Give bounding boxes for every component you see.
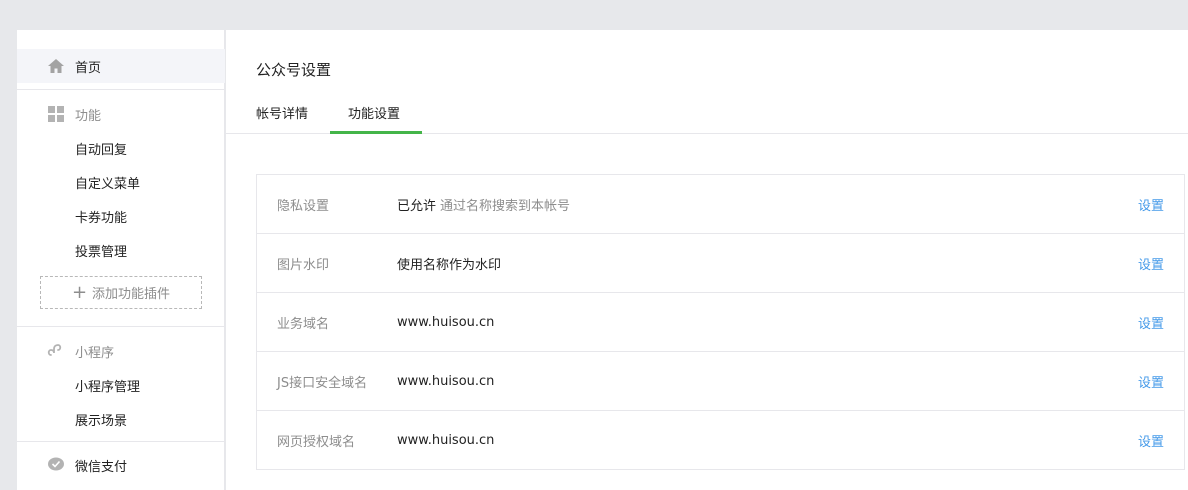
sidebar-item-wechat-pay[interactable]: 微信支付 <box>75 456 127 475</box>
table-row: 隐私设置 已允许 通过名称搜索到本帐号 设置 <box>257 175 1184 234</box>
sidebar-item-vote[interactable]: 投票管理 <box>75 241 127 260</box>
setting-key: 业务域名 <box>277 316 330 332</box>
grid-icon <box>47 105 65 123</box>
sidebar-item-auto-reply[interactable]: 自动回复 <box>75 139 127 158</box>
tab-function-settings[interactable]: 功能设置 <box>348 103 400 122</box>
table-row: JS接口安全域名 www.huisou.cn 设置 <box>257 352 1184 411</box>
add-plugin-label: 添加功能插件 <box>92 287 171 302</box>
setting-edit-link[interactable]: 设置 <box>1138 372 1164 391</box>
setting-edit-link[interactable]: 设置 <box>1138 313 1164 332</box>
setting-value: www.huisou.cn <box>397 432 495 448</box>
main-content: 公众号设置 帐号详情 功能设置 隐私设置 已允许 通过名称搜索到本帐号 设置 图片… <box>226 30 1188 490</box>
table-row: 图片水印 使用名称作为水印 设置 <box>257 234 1184 293</box>
setting-key: 图片水印 <box>277 257 330 273</box>
home-icon <box>47 57 65 75</box>
sidebar-item-cards[interactable]: 卡券功能 <box>75 207 127 226</box>
setting-key: 隐私设置 <box>277 198 330 214</box>
sidebar-item-label: 首页 <box>75 60 102 76</box>
setting-value: www.huisou.cn <box>397 373 495 389</box>
setting-edit-link[interactable]: 设置 <box>1138 254 1164 273</box>
settings-table: 隐私设置 已允许 通过名称搜索到本帐号 设置 图片水印 使用名称作为水印 设置 业… <box>256 174 1185 470</box>
sidebar-item-miniprogram-manage[interactable]: 小程序管理 <box>75 376 140 395</box>
divider <box>17 441 225 442</box>
table-row: 业务域名 www.huisou.cn 设置 <box>257 293 1184 352</box>
setting-edit-link[interactable]: 设置 <box>1138 195 1164 214</box>
page-title: 公众号设置 <box>256 61 332 79</box>
section-title-miniprogram: 小程序 <box>75 346 115 361</box>
sidebar-item-home[interactable]: 首页 <box>17 49 225 83</box>
miniprogram-icon <box>47 342 65 360</box>
setting-value: 已允许 通过名称搜索到本帐号 <box>397 198 571 214</box>
divider <box>17 89 225 90</box>
sidebar-item-scenes[interactable]: 展示场景 <box>75 410 127 429</box>
setting-edit-link[interactable]: 设置 <box>1138 431 1164 450</box>
setting-key: 网页授权域名 <box>277 434 356 450</box>
sidebar-item-custom-menu[interactable]: 自定义菜单 <box>75 173 140 192</box>
setting-value: www.huisou.cn <box>397 314 495 330</box>
table-row: 网页授权域名 www.huisou.cn 设置 <box>257 411 1184 469</box>
tab-bar: 帐号详情 功能设置 <box>226 90 1188 134</box>
setting-key: JS接口安全域名 <box>277 375 368 391</box>
add-plugin-button[interactable]: + 添加功能插件 <box>40 276 202 309</box>
plus-icon: + <box>71 281 88 303</box>
sidebar: 首页 功能 自动回复 自定义菜单 卡券功能 投票管理 + 添加功能插件 小程序 … <box>17 30 225 490</box>
setting-hint: 通过名称搜索到本帐号 <box>440 198 571 214</box>
wechat-pay-icon <box>47 456 65 474</box>
section-title-function: 功能 <box>75 109 102 124</box>
tab-account-details[interactable]: 帐号详情 <box>256 103 308 122</box>
setting-value: 使用名称作为水印 <box>397 257 502 273</box>
tab-active-indicator <box>330 131 422 134</box>
divider <box>17 326 225 327</box>
